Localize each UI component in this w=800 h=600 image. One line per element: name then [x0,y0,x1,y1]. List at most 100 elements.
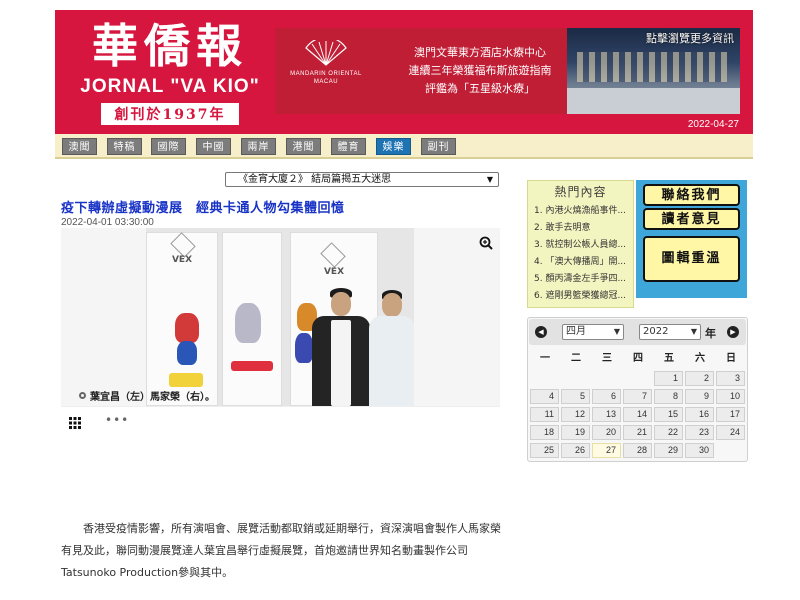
standee-middle [222,232,282,406]
banner-line-1: 澳門文華東方酒店水療中心 [414,46,546,59]
calendar-day[interactable]: 26 [561,443,590,458]
reader-feedback-button[interactable]: 讀者意見 [643,208,740,230]
calendar-day[interactable]: 25 [530,443,559,458]
site-header: 華僑報 JORNAL "VA KIO" 創刊於1937年 MANDARIN OR… [55,10,753,134]
calendar-weekday: 二 [571,353,581,364]
calendar-day[interactable]: 12 [561,407,590,422]
shirt [331,320,351,406]
photo-gallery: VEX VEX 葉宜昌（左）馬家榮（右）。 ••• [61,228,500,502]
hot-content-panel: 熱門內容 1. 內港火燒漁船事件... 2. 敢手去明意 3. 就控制公帳人員總… [527,180,634,308]
character-figure [235,303,261,343]
more-dots-icon[interactable]: ••• [105,413,129,427]
nav-item-entertainment[interactable]: 娛樂 [376,138,411,155]
header-date: 2022-04-27 [687,119,739,130]
banner-brand-sub: MACAU [313,79,339,85]
nav-item-hong-kong[interactable]: 港聞 [286,138,321,155]
calendar-day[interactable]: 14 [623,407,652,422]
hot-item[interactable]: 4. 「澳大傳播周」開... [528,254,633,271]
banner-line-2: 連續三年榮獲福布斯旅遊指南 [408,64,552,77]
main-nav: 澳聞 特稿 國際 中國 兩岸 港聞 體育 娛樂 副刊 [55,134,753,159]
calendar-day[interactable]: 6 [592,389,621,404]
calendar-day[interactable]: 8 [654,389,683,404]
calendar-day[interactable]: 16 [685,407,714,422]
site-logo[interactable]: 華僑報 JORNAL "VA KIO" 創刊於1937年 [75,18,265,130]
character-logo [169,373,203,387]
grid-icon[interactable] [69,417,81,429]
hot-item[interactable]: 1. 內港火燒漁船事件... [528,203,633,220]
calendar-day[interactable]: 9 [685,389,714,404]
calendar-day[interactable]: 24 [716,425,745,440]
prev-month-icon[interactable]: ◀ [535,326,547,338]
hot-item[interactable]: 6. 遮剛男籃榮獲總冠... [528,288,633,305]
nav-item-macau[interactable]: 澳聞 [62,138,97,155]
logo-english: JORNAL "VA KIO" [80,76,260,97]
nav-item-cross-strait[interactable]: 兩岸 [241,138,276,155]
year-select[interactable]: 2022 ▼ [639,324,701,340]
chevron-down-icon: ▼ [690,327,697,336]
fan-icon [305,40,347,66]
calendar-day[interactable]: 15 [654,407,683,422]
nav-item-china[interactable]: 中國 [196,138,231,155]
calendar-day[interactable]: 5 [561,389,590,404]
hot-item[interactable]: 5. 顏丙濤金左手爭四... [528,271,633,288]
calendar-day[interactable]: 21 [623,425,652,440]
calendar-day[interactable]: 7 [623,389,652,404]
calendar-day[interactable]: 2 [685,371,714,386]
contact-us-button[interactable]: 聯絡我們 [643,184,740,206]
head [382,293,402,317]
banner-text: 澳門文華東方酒店水療中心 連續三年榮獲福布斯旅遊指南 評鑑為「五星級水療」 [385,44,575,98]
hot-item[interactable]: 2. 敢手去明意 [528,220,633,237]
vex-label-left: VEX [171,255,193,265]
calendar-day[interactable]: 28 [623,443,652,458]
month-select-value: 四月 [566,326,586,337]
article-paragraph: 香港受疫情影響，所有演唱會、展覽活動都取銷或延期舉行，資深演唱會製作人馬家榮有見… [61,522,501,579]
calendar-day[interactable]: 1 [654,371,683,386]
character-figure [175,313,199,343]
character-logo [231,361,273,371]
article-photo[interactable]: VEX VEX [146,228,414,406]
next-month-icon[interactable]: ▶ [727,326,739,338]
calendar-day[interactable]: 17 [716,407,745,422]
calendar-day[interactable]: 11 [530,407,559,422]
calendar-weekday: 日 [726,353,736,364]
hot-item[interactable]: 3. 就控制公帳人員總... [528,237,633,254]
calendar-day[interactable]: 4 [530,389,559,404]
hot-content-title: 熱門內容 [554,185,607,199]
article-date: 2022-04-01 03:30:00 [61,217,154,228]
banner-brand-logo: MANDARIN ORIENTAL MACAU [281,34,371,108]
ad-banner[interactable]: MANDARIN ORIENTAL MACAU 澳門文華東方酒店水療中心 連續三… [275,28,740,114]
nav-item-sports[interactable]: 體育 [331,138,366,155]
month-select[interactable]: 四月 ▼ [562,324,624,340]
calendar-day[interactable]: 19 [561,425,590,440]
calendar-weekday: 一 [540,353,550,364]
calendar-day[interactable]: 3 [716,371,745,386]
calendar-day[interactable]: 20 [592,425,621,440]
nav-item-special[interactable]: 特稿 [107,138,142,155]
calendar-day[interactable]: 23 [685,425,714,440]
person-left [311,288,371,406]
calendar-day[interactable]: 22 [654,425,683,440]
nav-item-international[interactable]: 國際 [151,138,186,155]
calendar-day[interactable]: 13 [592,407,621,422]
caption-bullet-icon [79,392,86,399]
head [331,292,351,316]
article-body: 香港受疫情影響，所有演唱會、展覽活動都取銷或延期舉行，資深演唱會製作人馬家榮有見… [61,518,501,584]
calendar-day[interactable]: 18 [530,425,559,440]
logo-chinese: 華僑報 [92,19,248,73]
banner-line-3: 評鑑為「五星級水療」 [425,82,535,95]
article-select[interactable]: 《金宵大廈２》 結局篇揭五大迷思 ▼ [225,172,499,187]
article-title: 疫下轉辦虛擬動漫展 經典卡通人物勾集體回憶 [61,201,345,216]
calendar-day[interactable]: 29 [654,443,683,458]
photo-gallery-button[interactable]: 圖輯重溫 [643,236,740,282]
calendar-day[interactable]: 27 [592,443,621,458]
calendar-day[interactable]: 30 [685,443,714,458]
zoom-in-icon[interactable] [479,236,493,250]
banner-more-link[interactable]: 點擊瀏覽更多資訊 [646,30,734,46]
standee-left: VEX [146,232,218,406]
nav-item-supplement[interactable]: 副刊 [421,138,456,155]
chevron-down-icon: ▼ [486,175,493,184]
vex-logo-mark [170,232,196,258]
vex-logo-mark [320,242,346,268]
calendar-day[interactable]: 10 [716,389,745,404]
year-select-value: 2022 [643,326,669,337]
